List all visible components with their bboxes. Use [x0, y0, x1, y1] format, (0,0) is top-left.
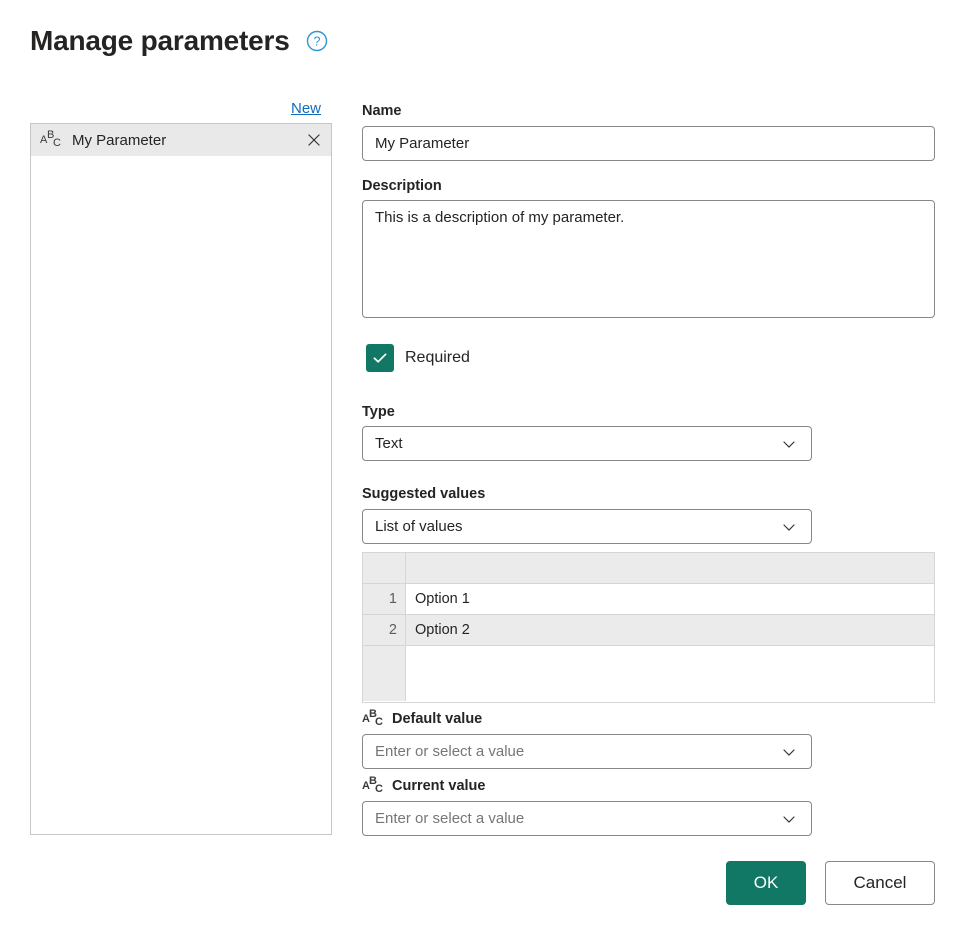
default-value-label: Default value: [392, 710, 482, 728]
chevron-down-icon: [781, 811, 797, 827]
row-index: 2: [363, 615, 406, 645]
default-value-dropdown[interactable]: Enter or select a value: [362, 734, 812, 769]
type-label: Type: [362, 403, 395, 421]
required-checkbox[interactable]: [366, 344, 394, 372]
abc-icon-c: C: [375, 717, 383, 728]
chevron-down-icon: [781, 744, 797, 760]
row-index: [363, 646, 406, 701]
abc-text-type-icon: A B C: [40, 130, 64, 150]
name-label: Name: [362, 102, 402, 120]
suggested-values-value: List of values: [375, 518, 781, 535]
suggested-values-label: Suggested values: [362, 485, 485, 503]
table-row-empty[interactable]: [363, 646, 934, 701]
page-title: Manage parameters: [30, 24, 290, 58]
description-textarea[interactable]: [362, 200, 935, 318]
row-index: 1: [363, 584, 406, 614]
current-value-label: Current value: [392, 777, 485, 795]
chevron-down-icon: [781, 519, 797, 535]
table-header-cell: [406, 553, 934, 583]
abc-icon-c: C: [375, 784, 383, 795]
type-dropdown[interactable]: Text: [362, 426, 812, 461]
row-value[interactable]: [406, 646, 934, 701]
table-header-row: [363, 553, 934, 584]
suggested-values-dropdown[interactable]: List of values: [362, 509, 812, 544]
default-value-placeholder: Enter or select a value: [375, 743, 781, 760]
abc-icon-c: C: [53, 138, 61, 149]
ok-button[interactable]: OK: [726, 861, 806, 905]
abc-text-type-icon: A B C: [362, 709, 386, 729]
cancel-button[interactable]: Cancel: [825, 861, 935, 905]
description-label: Description: [362, 177, 442, 195]
table-row[interactable]: 2 Option 2: [363, 615, 934, 646]
list-item[interactable]: A B C My Parameter: [31, 124, 331, 156]
current-value-placeholder: Enter or select a value: [375, 810, 781, 827]
current-value-label-row: A B C Current value: [362, 776, 485, 796]
close-icon[interactable]: [307, 133, 321, 147]
parameter-list: A B C My Parameter: [30, 123, 332, 835]
default-value-label-row: A B C Default value: [362, 709, 482, 729]
page-header: Manage parameters ?: [30, 24, 328, 58]
list-item-label: My Parameter: [72, 132, 307, 149]
required-label[interactable]: Required: [405, 349, 470, 367]
type-value: Text: [375, 435, 781, 452]
svg-text:?: ?: [313, 35, 320, 49]
row-value[interactable]: Option 2: [406, 615, 934, 645]
current-value-dropdown[interactable]: Enter or select a value: [362, 801, 812, 836]
values-grid: 1 Option 1 2 Option 2: [362, 552, 935, 703]
chevron-down-icon: [781, 436, 797, 452]
table-row[interactable]: 1 Option 1: [363, 584, 934, 615]
table-header-gutter: [363, 553, 406, 583]
help-circle-icon[interactable]: ?: [306, 30, 328, 52]
row-value[interactable]: Option 1: [406, 584, 934, 614]
name-input[interactable]: [362, 126, 935, 161]
abc-text-type-icon: A B C: [362, 776, 386, 796]
new-parameter-link[interactable]: New: [291, 100, 321, 118]
required-checkbox-row[interactable]: Required: [366, 344, 470, 372]
check-icon: [371, 349, 389, 367]
